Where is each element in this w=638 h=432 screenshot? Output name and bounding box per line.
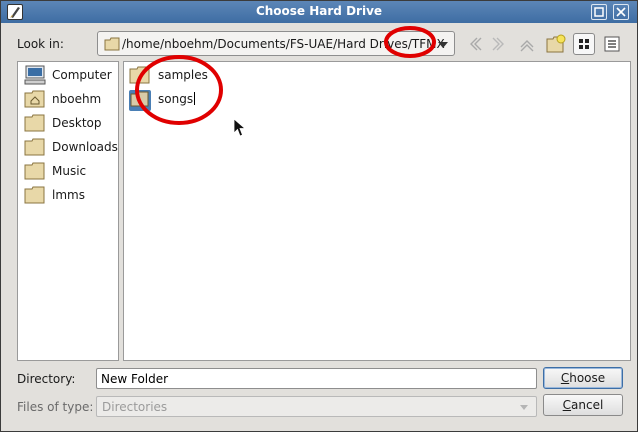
file-list[interactable]: samples songs bbox=[123, 61, 631, 361]
folder-icon bbox=[24, 137, 46, 160]
cancel-label: ancel bbox=[571, 398, 604, 412]
folder-icon bbox=[129, 90, 151, 111]
choose-label: hoose bbox=[569, 371, 606, 385]
sidebar-item-label: Music bbox=[52, 164, 87, 178]
file-type-value: Directories bbox=[102, 400, 168, 414]
places-sidebar[interactable]: Computer nboehm Desktop Downloads Music bbox=[17, 61, 119, 361]
cancel-mnemonic: C bbox=[562, 398, 572, 412]
computer-icon bbox=[24, 65, 46, 88]
sidebar-item-desktop[interactable]: Desktop bbox=[22, 112, 118, 134]
window-title: Choose Hard Drive bbox=[255, 4, 383, 18]
sidebar-item-label: Computer bbox=[52, 68, 112, 82]
folder-icon bbox=[24, 161, 46, 184]
sidebar-item-lmms[interactable]: lmms bbox=[22, 184, 118, 206]
sidebar-item-label: lmms bbox=[52, 188, 85, 202]
parent-icon[interactable] bbox=[516, 33, 538, 55]
list-item[interactable]: songs bbox=[128, 88, 248, 111]
cancel-button[interactable]: Cancel bbox=[543, 394, 623, 416]
forward-icon[interactable] bbox=[489, 33, 511, 55]
text-caret bbox=[194, 92, 196, 105]
sidebar-item-label: nboehm bbox=[52, 92, 102, 106]
title-bar[interactable]: Choose Hard Drive bbox=[1, 1, 637, 23]
sidebar-item-label: Downloads bbox=[52, 140, 118, 154]
chevron-down-icon[interactable] bbox=[520, 405, 528, 410]
list-view-icon[interactable] bbox=[601, 33, 623, 55]
file-name-editor[interactable]: songs bbox=[158, 92, 196, 106]
list-item[interactable]: samples bbox=[128, 64, 248, 86]
sidebar-item-computer[interactable]: Computer bbox=[22, 64, 118, 86]
close-icon[interactable] bbox=[613, 4, 629, 20]
home-folder-icon bbox=[24, 89, 46, 112]
directory-input[interactable] bbox=[96, 368, 537, 389]
choose-mnemonic: C bbox=[560, 371, 570, 385]
file-type-label: Files of type: bbox=[17, 400, 94, 414]
sidebar-item-music[interactable]: Music bbox=[22, 160, 118, 182]
sidebar-item-label: Desktop bbox=[52, 116, 102, 130]
sidebar-item-downloads[interactable]: Downloads bbox=[22, 136, 118, 158]
back-icon[interactable] bbox=[463, 33, 485, 55]
restore-icon[interactable] bbox=[591, 4, 607, 20]
detail-view-icon[interactable] bbox=[573, 33, 595, 55]
folder-icon bbox=[129, 66, 151, 87]
folder-icon bbox=[104, 37, 120, 54]
look-in-combo[interactable]: /home/nboehm/Documents/FS-UAE/Hard Drive… bbox=[97, 31, 455, 56]
choose-button[interactable]: Choose bbox=[543, 367, 623, 389]
file-type-combo[interactable]: Directories bbox=[96, 396, 537, 417]
folder-icon bbox=[24, 185, 46, 208]
file-name: songs bbox=[158, 92, 194, 106]
look-in-path: /home/nboehm/Documents/FS-UAE/Hard Drive… bbox=[122, 37, 445, 51]
folder-icon bbox=[24, 113, 46, 136]
chevron-down-icon[interactable] bbox=[438, 42, 448, 48]
new-folder-icon[interactable] bbox=[545, 33, 567, 55]
look-in-label: Look in: bbox=[17, 37, 64, 51]
file-name: samples bbox=[158, 68, 208, 82]
directory-label: Directory: bbox=[17, 372, 76, 386]
choose-hard-drive-dialog: Choose Hard Drive Look in: /home/nboehm/… bbox=[0, 0, 638, 432]
sidebar-item-nboehm[interactable]: nboehm bbox=[22, 88, 118, 110]
mouse-pointer-icon bbox=[233, 118, 247, 137]
